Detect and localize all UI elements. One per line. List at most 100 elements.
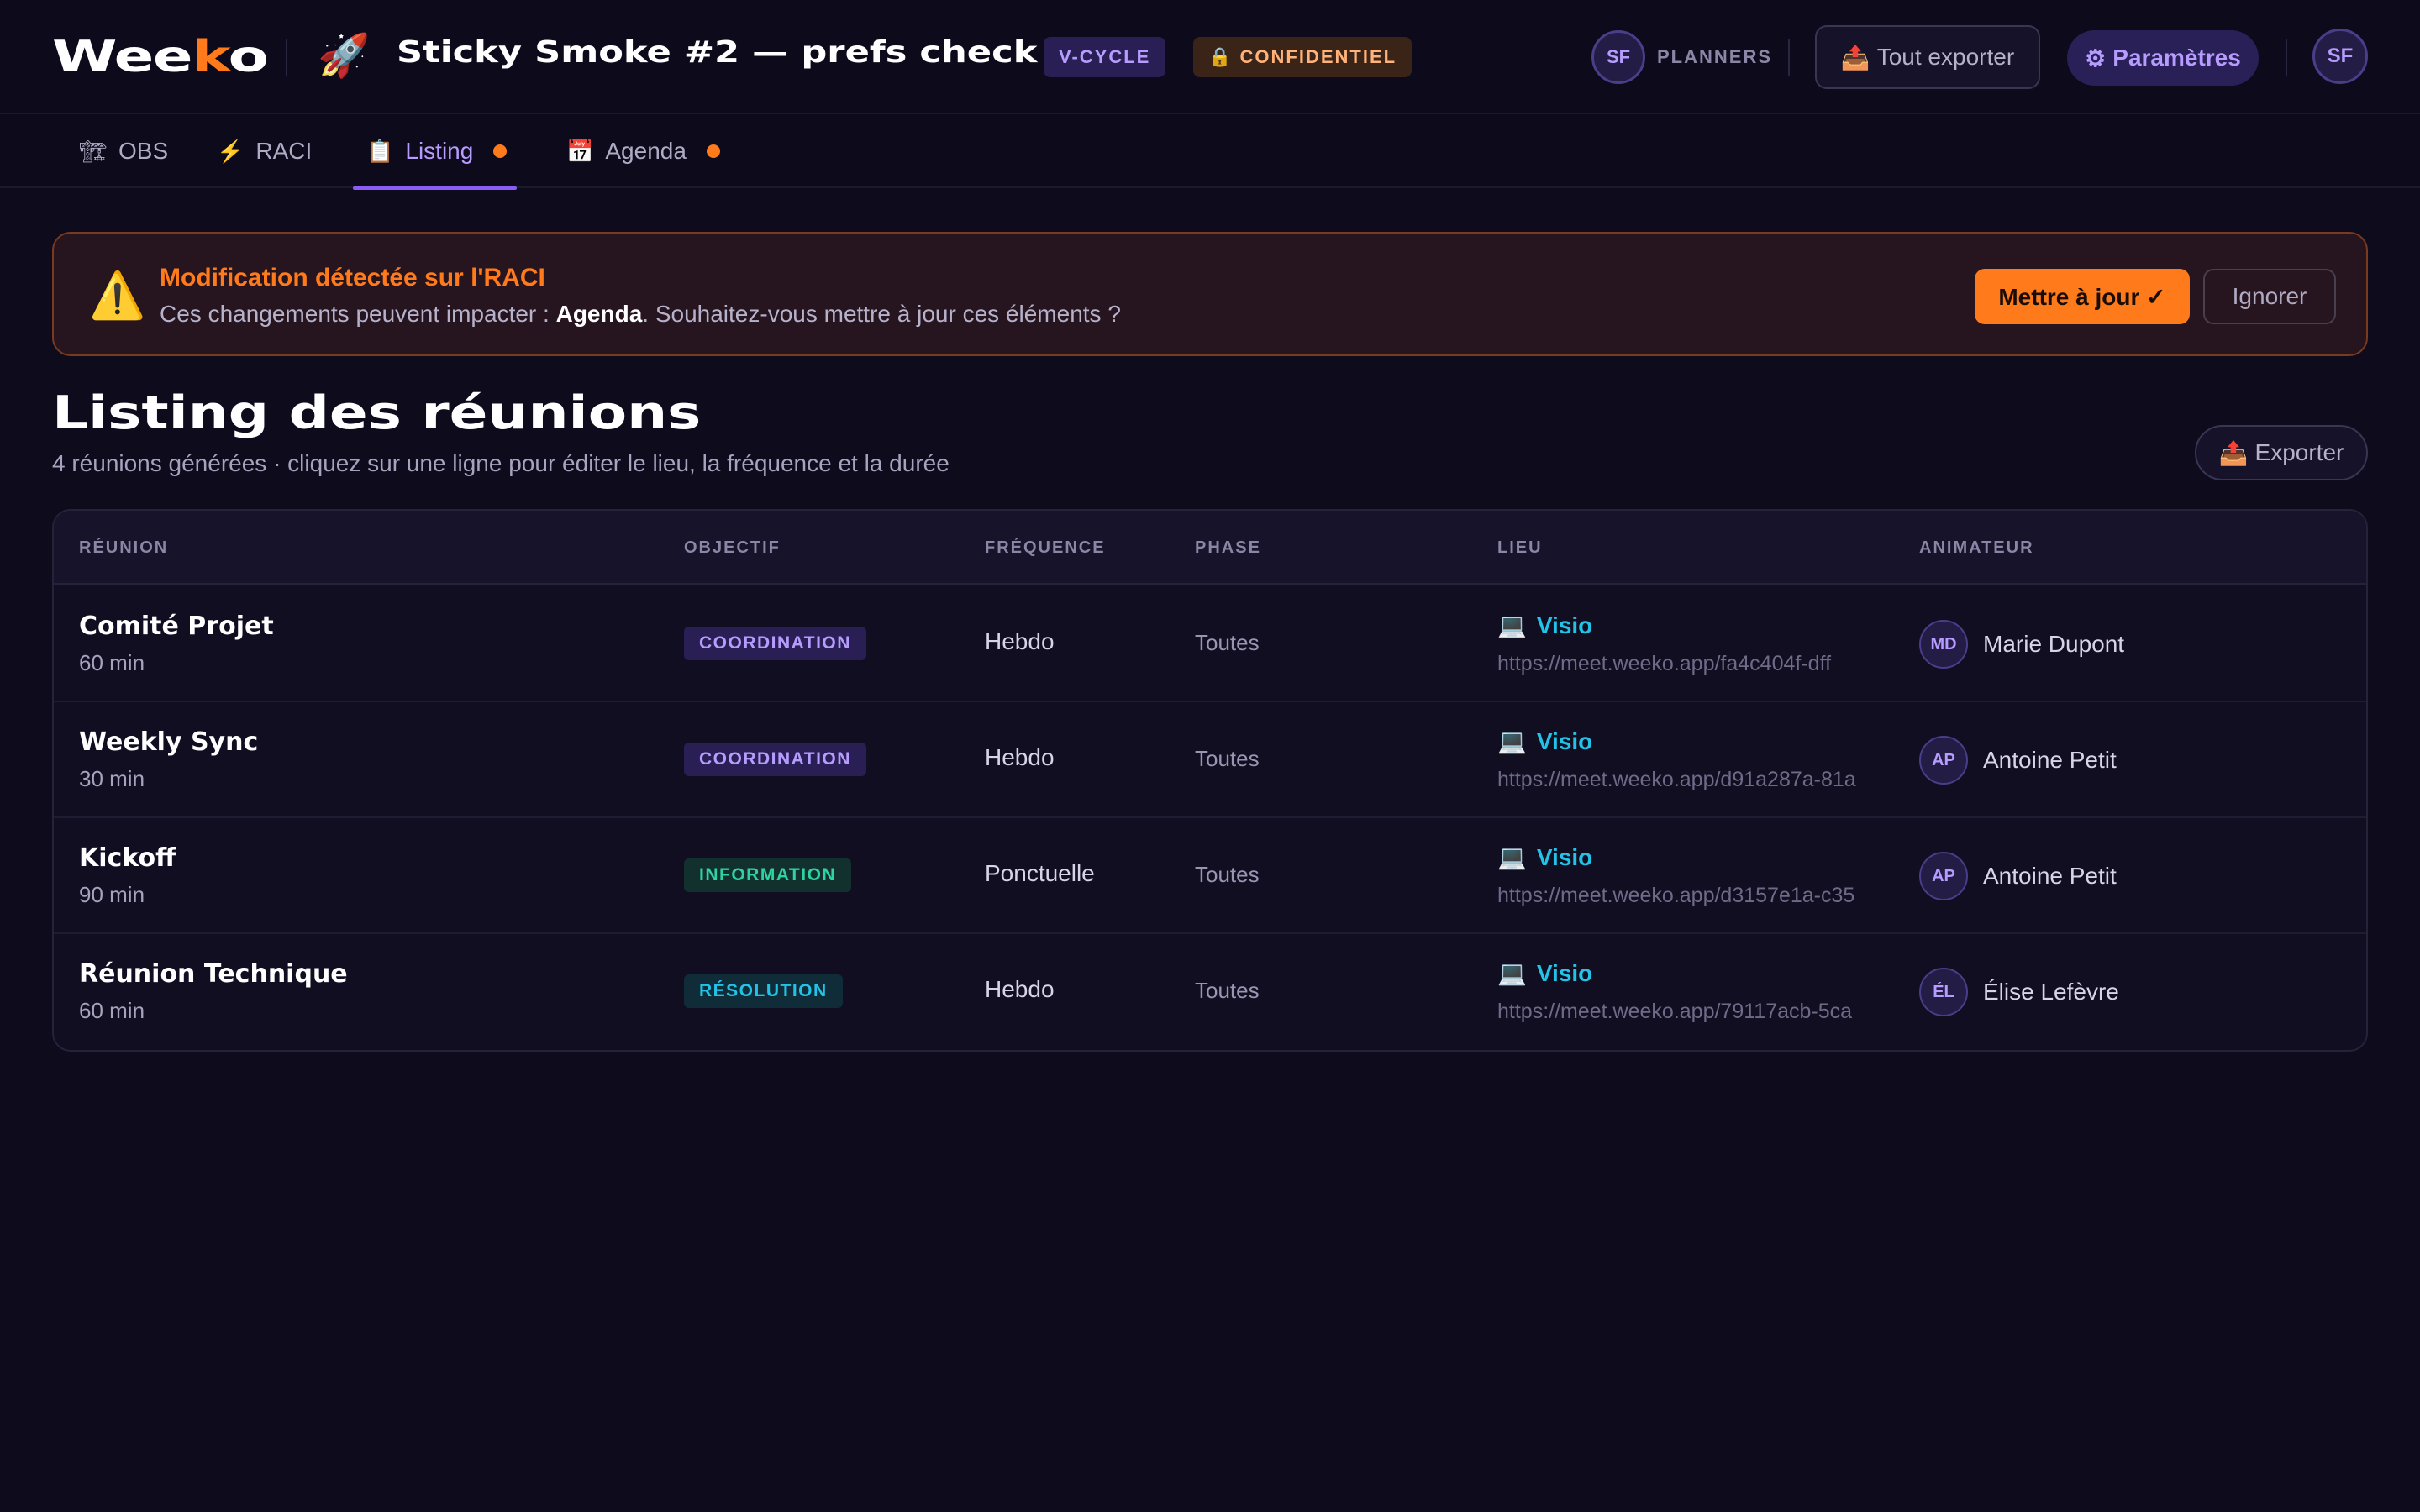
facilitator-name: Antoine Petit xyxy=(1983,747,2117,773)
header-divider xyxy=(2286,39,2287,76)
confidential-badge: 🔒 CONFIDENTIEL xyxy=(1193,37,1413,77)
facilitator: AP Antoine Petit xyxy=(1919,852,2117,900)
calendar-icon: 📅 xyxy=(566,138,594,164)
avatar: AP xyxy=(1919,852,1968,900)
header-divider xyxy=(286,39,287,76)
meeting-duration: 60 min xyxy=(79,998,145,1023)
export-button[interactable]: 📤 Exporter xyxy=(2195,425,2368,480)
location-type[interactable]: 💻 Visio xyxy=(1497,959,1592,987)
meetings-table: RÉUNION OBJECTIF FRÉQUENCE PHASE LIEU AN… xyxy=(52,509,2368,1052)
table-row[interactable]: Kickoff 90 min INFORMATION Ponctuelle To… xyxy=(54,818,2366,934)
phase: Toutes xyxy=(1195,746,1260,771)
tab-obs[interactable]: 🏗 OBS xyxy=(79,114,168,188)
weeko-logo[interactable]: Weeko xyxy=(52,32,269,82)
crane-icon: 🏗 xyxy=(79,138,108,164)
avatar: ÉL xyxy=(1919,968,1968,1016)
avatar: MD xyxy=(1919,620,1968,669)
frequency: Hebdo xyxy=(985,628,1055,654)
location-type[interactable]: 💻 Visio xyxy=(1497,612,1592,639)
planners-label: PLANNERS xyxy=(1657,46,1773,67)
table-row[interactable]: Weekly Sync 30 min COORDINATION Hebdo To… xyxy=(54,702,2366,818)
alert-message: Ces changements peuvent impacter : Agend… xyxy=(160,301,1121,327)
objective-badge: INFORMATION xyxy=(684,858,852,892)
tab-label: OBS xyxy=(118,138,169,164)
tab-label: RACI xyxy=(255,138,313,164)
facilitator-name: Élise Lefèvre xyxy=(1983,979,2119,1005)
location-type[interactable]: 💻 Visio xyxy=(1497,843,1592,871)
column-header-lieu[interactable]: LIEU xyxy=(1497,511,1543,585)
tab-label: Agenda xyxy=(605,138,687,164)
location-type-label: Visio xyxy=(1536,612,1593,638)
export-icon: 📤 xyxy=(1840,44,1870,71)
planners-group[interactable]: SF PLANNERS xyxy=(1591,30,1772,84)
frequency: Hebdo xyxy=(985,976,1055,1002)
location-url[interactable]: https://meet.weeko.app/d91a287a-81a xyxy=(1497,768,1856,792)
column-header-animateur[interactable]: ANIMATEUR xyxy=(1919,511,2034,585)
laptop-icon: 💻 xyxy=(1497,728,1527,754)
export-all-button[interactable]: 📤 Tout exporter xyxy=(1815,25,2040,89)
page-title: Listing des réunions xyxy=(52,386,702,439)
settings-label: Paramètres xyxy=(2112,45,2241,71)
table-row[interactable]: Réunion Technique 60 min RÉSOLUTION Hebd… xyxy=(54,934,2366,1050)
export-icon: 📤 xyxy=(2218,439,2249,466)
laptop-icon: 💻 xyxy=(1497,612,1527,638)
phase: Toutes xyxy=(1195,978,1260,1003)
export-label: Exporter xyxy=(2254,439,2344,465)
tab-agenda[interactable]: 📅 Agenda xyxy=(566,114,720,188)
facilitator: ÉL Élise Lefèvre xyxy=(1919,968,2119,1016)
change-indicator-dot xyxy=(493,144,508,158)
avatar: SF xyxy=(1591,30,1645,84)
table-row[interactable]: Comité Projet 60 min COORDINATION Hebdo … xyxy=(54,586,2366,702)
page-subtitle: 4 réunions générées · cliquez sur une li… xyxy=(52,450,950,476)
laptop-icon: 💻 xyxy=(1497,844,1527,870)
clipboard-icon: 📋 xyxy=(366,138,394,164)
ignore-button[interactable]: Ignorer xyxy=(2203,269,2336,324)
tab-bar: 🏗 OBS ⚡ RACI 📋 Listing 📅 Agenda xyxy=(0,114,2420,190)
location-type-label: Visio xyxy=(1536,959,1593,986)
location-type-label: Visio xyxy=(1536,727,1593,754)
frequency: Hebdo xyxy=(985,744,1055,770)
laptop-icon: 💻 xyxy=(1497,960,1527,986)
meeting-name: Réunion Technique xyxy=(79,959,348,989)
location-type-label: Visio xyxy=(1536,843,1593,870)
app-header: Weeko 🚀 Sticky Smoke #2 — prefs check V-… xyxy=(0,0,2420,114)
location-type[interactable]: 💻 Visio xyxy=(1497,727,1592,755)
tab-listing[interactable]: 📋 Listing xyxy=(352,114,518,190)
export-all-label: Tout exporter xyxy=(1876,44,2015,70)
table-header: RÉUNION OBJECTIF FRÉQUENCE PHASE LIEU AN… xyxy=(54,511,2366,585)
settings-button[interactable]: ⚙ Paramètres xyxy=(2067,30,2259,86)
objective-badge: COORDINATION xyxy=(684,743,866,776)
column-header-phase[interactable]: PHASE xyxy=(1195,511,1261,585)
user-avatar[interactable]: SF xyxy=(2312,29,2368,84)
phase: Toutes xyxy=(1195,630,1260,655)
facilitator-name: Antoine Petit xyxy=(1983,863,2117,889)
rocket-icon: 🚀 xyxy=(318,31,371,80)
lightning-icon: ⚡ xyxy=(217,138,245,164)
update-button[interactable]: Mettre à jour ✓ xyxy=(1975,269,2190,324)
frequency: Ponctuelle xyxy=(985,860,1095,886)
change-indicator-dot xyxy=(706,144,720,158)
location-url[interactable]: https://meet.weeko.app/d3157e1a-c35 xyxy=(1497,884,1854,908)
gear-icon: ⚙ xyxy=(2085,45,2107,71)
facilitator: MD Marie Dupont xyxy=(1919,620,2124,669)
tab-label: Listing xyxy=(405,138,474,164)
meeting-duration: 60 min xyxy=(79,650,145,675)
meeting-duration: 30 min xyxy=(79,766,145,791)
change-alert-banner: ⚠️ Modification détectée sur l'RACI Ces … xyxy=(52,232,2368,356)
meeting-name: Comité Projet xyxy=(79,612,274,641)
facilitator: AP Antoine Petit xyxy=(1919,736,2117,785)
objective-badge: RÉSOLUTION xyxy=(684,974,843,1008)
location-url[interactable]: https://meet.weeko.app/79117acb-5ca xyxy=(1497,1000,1852,1024)
header-divider xyxy=(1788,39,1790,76)
column-header-reunion[interactable]: RÉUNION xyxy=(79,511,168,585)
phase: Toutes xyxy=(1195,862,1260,887)
column-header-objectif[interactable]: OBJECTIF xyxy=(684,511,781,585)
location-url[interactable]: https://meet.weeko.app/fa4c404f-dff xyxy=(1497,652,1831,676)
tab-raci[interactable]: ⚡ RACI xyxy=(217,114,312,188)
warning-icon: ⚠️ xyxy=(89,269,146,322)
column-header-frequence[interactable]: FRÉQUENCE xyxy=(985,511,1106,585)
meeting-name: Weekly Sync xyxy=(79,727,259,757)
alert-title: Modification détectée sur l'RACI xyxy=(160,264,545,291)
project-title: Sticky Smoke #2 — prefs check xyxy=(397,35,1038,70)
meeting-duration: 90 min xyxy=(79,882,145,907)
